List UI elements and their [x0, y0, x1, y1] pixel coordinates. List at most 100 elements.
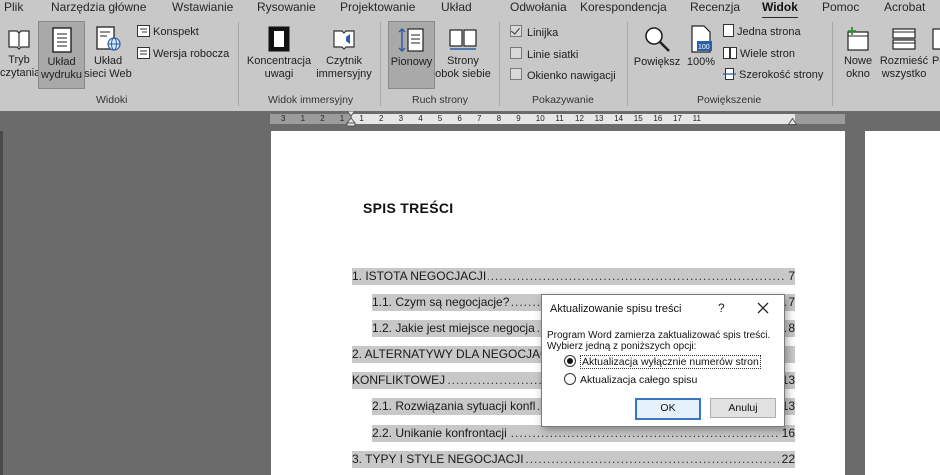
- group-label-page-movement: Ruch strony: [412, 94, 469, 106]
- radio-unselected-icon: [564, 373, 576, 385]
- read-mode-button[interactable]: Tryb czytania: [0, 21, 41, 89]
- vertical-button[interactable]: Pionowy: [388, 21, 435, 89]
- toc-entry-page: 16: [779, 425, 795, 442]
- ruler-number: 9: [516, 114, 521, 123]
- new-window-label-1: Nowe: [843, 55, 873, 67]
- toc-entry[interactable]: ........................................…: [372, 425, 795, 442]
- split-button-partial[interactable]: Po: [930, 21, 940, 89]
- group-label-views: Widoki: [96, 94, 128, 106]
- read-mode-label-2: czytania: [0, 67, 41, 79]
- ok-button[interactable]: OK: [635, 398, 701, 420]
- svg-text:100: 100: [698, 44, 710, 51]
- dialog-message-line1: Program Word zamierza zaktualizować spis…: [547, 330, 771, 341]
- side-to-side-button[interactable]: Strony obok siebie: [434, 21, 492, 89]
- toc-entry-page: 7: [786, 294, 795, 311]
- tab-11[interactable]: Pomoc: [822, 0, 859, 16]
- ribbon-tab-bar: Plik Narzędzia główne Wstawianie Rysowanie P…: [0, 0, 940, 19]
- cancel-button[interactable]: Anuluj: [710, 398, 776, 418]
- gridlines-checkbox[interactable]: Linie siatki: [510, 47, 578, 63]
- right-indent-marker-icon[interactable]: [788, 117, 797, 125]
- draft-button[interactable]: Wersja robocza: [137, 46, 229, 62]
- toc-heading: SPIS TREŚCI: [363, 200, 454, 216]
- tab-1[interactable]: Plik: [4, 0, 23, 16]
- arrange-all-label-1: Rozmieść: [879, 55, 929, 67]
- update-toc-dialog: Aktualizowanie spisu treści ? Program Wo…: [541, 294, 785, 427]
- tab-6[interactable]: Układ: [441, 0, 472, 16]
- tab-8[interactable]: Korespondencja: [580, 0, 667, 16]
- immersive-reader-label-1: Czytnik: [325, 55, 363, 67]
- new-window-button[interactable]: Nowe okno: [838, 21, 878, 89]
- group-separator: [627, 22, 628, 106]
- help-button[interactable]: ?: [718, 301, 725, 315]
- focus-button[interactable]: Koncentracja uwagi: [245, 21, 313, 89]
- ruler-number: 1: [300, 114, 306, 123]
- ruler-label: Linijka: [527, 27, 559, 39]
- one-page-label: Jedna strona: [737, 26, 801, 38]
- page-width-icon: [723, 68, 736, 80]
- update-entire-table-radio[interactable]: Aktualizacja całego spisu: [564, 373, 697, 387]
- radio-selected-icon: [564, 355, 576, 367]
- ruler-number: 12: [575, 114, 584, 123]
- one-page-button[interactable]: Jedna strona: [723, 24, 801, 40]
- page-icon: [51, 27, 72, 53]
- arrange-all-icon: [892, 28, 916, 50]
- ruler-number: 3: [281, 114, 286, 123]
- side-to-side-label-1: Strony: [447, 55, 479, 67]
- tab-9[interactable]: Recenzja: [690, 0, 740, 16]
- page-width-label: Szerokość strony: [739, 69, 824, 81]
- ruler-number: 17: [673, 114, 682, 123]
- side-to-side-label-2: obok siebie: [435, 68, 491, 80]
- page-width-button[interactable]: Szerokość strony: [723, 67, 823, 83]
- tab-2[interactable]: Narzędzia główne: [51, 0, 146, 16]
- gridlines-label: Linie siatki: [527, 49, 579, 61]
- multiple-pages-button[interactable]: Wiele stron: [723, 46, 795, 62]
- tab-10[interactable]: Widok: [762, 0, 798, 19]
- zoom-button[interactable]: Powiększ: [633, 21, 681, 89]
- web-page-icon: [96, 26, 121, 51]
- tab-3[interactable]: Wstawianie: [172, 0, 233, 16]
- ruler-number: 6: [457, 114, 462, 123]
- ruler-number: 14: [614, 114, 624, 123]
- magnifier-icon: [645, 27, 670, 52]
- zoom-100-button[interactable]: 100 100%: [684, 21, 718, 89]
- ruler-number: 11: [555, 114, 564, 123]
- next-document-page[interactable]: [865, 131, 940, 475]
- group-label-immersive: Widok immersyjny: [268, 94, 354, 106]
- multiple-pages-icon: [723, 47, 737, 59]
- checkbox-checked-icon: [510, 25, 522, 37]
- ruler-right-margin: [795, 114, 845, 124]
- arrange-all-button[interactable]: Rozmieść wszystko: [879, 21, 929, 89]
- vertical-scroll-icon: [397, 27, 424, 53]
- toc-entry-text: 2.2. Unikanie konfrontacji: [372, 425, 509, 442]
- new-window-icon: [847, 27, 869, 51]
- update-entire-table-label: Aktualizacja całego spisu: [580, 374, 698, 386]
- split-label-partial: Po: [932, 55, 940, 67]
- ruler-number: 1: [359, 114, 364, 123]
- toc-entry[interactable]: ........................................…: [352, 268, 795, 285]
- close-icon[interactable]: [754, 299, 772, 317]
- immersive-reader-button[interactable]: Czytnik immersyjny: [313, 21, 375, 89]
- dialog-message-line2: Wybierz jedną z poniższych opcji:: [547, 341, 697, 352]
- web-layout-button[interactable]: Układ sieci Web: [84, 21, 132, 89]
- group-separator: [380, 22, 381, 106]
- draft-label: Wersja robocza: [153, 48, 230, 60]
- toc-entry-text: 1. ISTOTA NEGOCJACJI: [352, 268, 489, 285]
- navigation-pane-checkbox[interactable]: Okienko nawigacji: [510, 68, 616, 84]
- tab-5[interactable]: Projektowanie: [340, 0, 415, 16]
- print-layout-button[interactable]: Układ wydruku: [38, 21, 85, 89]
- toc-entry-page: 22: [779, 451, 795, 468]
- outline-label: Konspekt: [153, 26, 199, 38]
- update-page-numbers-radio[interactable]: Aktualizacja wyłącznie numerów stron: [564, 355, 761, 369]
- ruler-number: 4: [418, 114, 423, 123]
- indent-marker-icon[interactable]: [346, 111, 356, 127]
- tab-4[interactable]: Rysowanie: [257, 0, 316, 16]
- ruler-checkbox[interactable]: Linijka: [510, 25, 558, 41]
- outline-button[interactable]: Konspekt: [137, 24, 199, 40]
- tab-12[interactable]: Acrobat: [884, 0, 925, 16]
- ruler-number: 15: [633, 114, 643, 123]
- web-layout-label-1: Układ: [93, 55, 123, 67]
- toc-entry[interactable]: ........................................…: [352, 451, 795, 468]
- outline-icon: [137, 25, 150, 37]
- tab-7[interactable]: Odwołania: [510, 0, 567, 16]
- toc-entry-page: 7: [786, 268, 795, 285]
